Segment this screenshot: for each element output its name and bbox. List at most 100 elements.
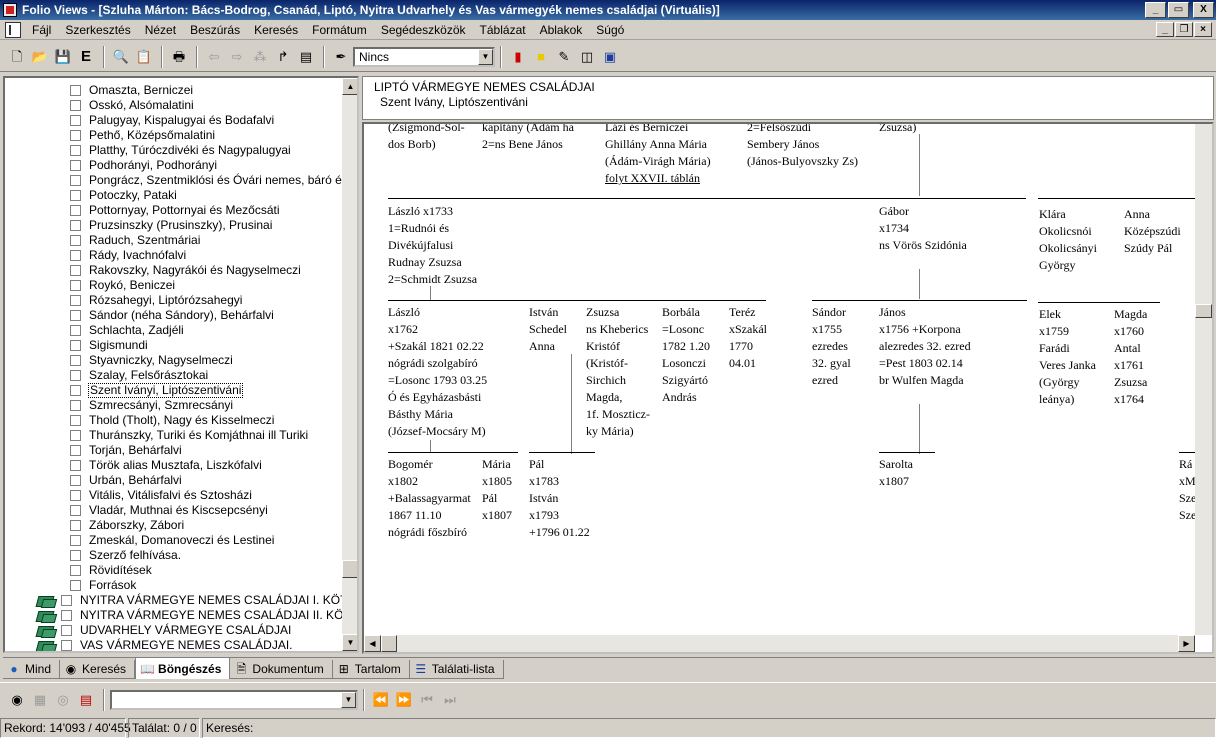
tree-item[interactable]: Zmeskál, Domanoveczi és Lestinei [70,533,345,548]
tree-item-checkbox[interactable] [70,115,81,126]
tree-item-checkbox[interactable] [70,385,81,396]
scroll-thumb[interactable] [342,560,357,578]
tree-item[interactable]: Pethő, Középsőmalatini [70,128,345,143]
app-icon[interactable] [3,3,17,17]
tree-item-checkbox[interactable] [70,520,81,531]
next-hit-icon[interactable]: ⏩ [393,689,415,711]
tree-item[interactable]: Vitális, Vitálisfalvi és Sztosházi [70,488,345,503]
tree-item[interactable]: Torján, Behárfalvi [70,443,345,458]
tree-item-checkbox[interactable] [70,415,81,426]
next-doc-icon[interactable]: ⏭ [439,689,461,711]
prev-hit-icon[interactable]: ⏪ [370,689,392,711]
style-combo[interactable]: Nincs ▼ [353,46,495,67]
maximize-button[interactable]: ▭ [1168,2,1189,18]
document-view[interactable]: (Zsigmond-Sol-dos Borb) kapitány (Ádám ha… [362,122,1214,654]
tree-item-checkbox[interactable] [61,625,72,636]
tree-item-checkbox[interactable] [70,445,81,456]
tree-item-checkbox[interactable] [70,325,81,336]
tree-volume[interactable]: UDVARHELY VÁRMEGYE CSALÁDJAI [61,623,345,638]
search-query-combo[interactable]: ▼ [110,689,358,710]
scroll-down-button[interactable]: ▼ [342,634,357,651]
window-icon[interactable]: ▣ [599,46,621,68]
split-view-icon[interactable]: ◫ [576,46,598,68]
bookmark-icon[interactable]: ▮ [507,46,529,68]
tree-item-checkbox[interactable] [70,85,81,96]
tree-item-checkbox[interactable] [70,460,81,471]
tree-item-checkbox[interactable] [70,550,81,561]
open-folder-icon[interactable]: 📂 [29,46,51,68]
tree-item-checkbox[interactable] [70,280,81,291]
tree-scrollbar[interactable]: ▲ ▼ [342,78,357,651]
query-form-icon[interactable]: ▦ [29,689,51,711]
scroll-up-button[interactable]: ▲ [342,78,357,95]
tree-volume[interactable]: VAS VÁRMEGYE NEMES CSALÁDJAI. [61,638,345,651]
tree-item[interactable]: Urbán, Behárfalvi [70,473,345,488]
tree-item[interactable]: Török alias Musztafa, Liszkófalvi [70,458,345,473]
binoculars-icon[interactable]: ◉ [6,689,28,711]
tree-item[interactable]: Záborszky, Zábori [70,518,345,533]
tree-item[interactable]: Raduch, Szentmáriai [70,233,345,248]
menu-edit[interactable]: Szerkesztés [58,20,137,40]
tree-item[interactable]: Thuránszky, Turiki és Komjáthnai ill Tur… [70,428,345,443]
tree-item[interactable]: Rövidítések [70,563,345,578]
doc-close-button[interactable]: × [1194,22,1212,37]
tab-browse[interactable]: 📖 Böngészés [135,658,231,679]
doc-hscrollbar[interactable]: ◀ ▶ [364,635,1195,652]
back-arrow-icon[interactable]: ⇦ [203,46,225,68]
menu-file[interactable]: Fájl [25,20,58,40]
tree-item[interactable]: Rakovszky, Nagyrákói és Nagyselmeczi [70,263,345,278]
tree-item[interactable]: Szalay, Felsőrásztokai [70,368,345,383]
tree-item[interactable]: Források [70,578,345,593]
chevron-down-icon[interactable]: ▼ [341,691,356,708]
tree-item[interactable]: Osskó, Alsómalatini [70,98,345,113]
tree-item[interactable]: Szerző felhívása. [70,548,345,563]
tree-item[interactable]: Platthy, Túróczdivéki és Nagypalugyai [70,143,345,158]
tree-item-checkbox[interactable] [70,490,81,501]
close-button[interactable]: X [1193,2,1214,18]
tree-item-checkbox[interactable] [70,175,81,186]
tab-contents[interactable]: ⊞ Tartalom [332,660,410,679]
scroll-left-button[interactable]: ◀ [364,635,381,652]
tree-item[interactable]: Styavniczky, Nagyselmeczi [70,353,345,368]
tree-item[interactable]: Pruzsinszky (Prusinszky), Prusinai [70,218,345,233]
tree-item-checkbox[interactable] [70,145,81,156]
tree-item[interactable]: Pottornyay, Pottornyai és Mezőcsáti [70,203,345,218]
network-icon[interactable]: ⁂ [249,46,271,68]
tree-item[interactable]: Sándor (néha Sándory), Behárfalvi [70,308,345,323]
doc-restore-button[interactable]: ❐ [1175,22,1193,37]
tab-document[interactable]: 🗎 Dokumentum [230,660,333,679]
tree-item-checkbox[interactable] [70,190,81,201]
binoculars-advanced-icon[interactable]: ◎ [52,689,74,711]
tree-item-checkbox[interactable] [70,235,81,246]
tree-item-checkbox[interactable] [70,250,81,261]
tree-item[interactable]: Thold (Tholt), Nagy és Kisselmeczi [70,413,345,428]
tree-item-checkbox[interactable] [70,310,81,321]
document-window-icon[interactable] [5,21,21,38]
menu-help[interactable]: Súgó [589,20,631,40]
object-icon[interactable]: ▤ [295,46,317,68]
doc-vscroll-thumb[interactable] [1195,304,1212,318]
doc-hscroll-thumb[interactable] [381,635,397,652]
tree-item[interactable]: Vladár, Muthnai és Kiscsepcsényi [70,503,345,518]
tab-hit-list[interactable]: ☰ Találati-lista [409,660,504,679]
tree-item-checkbox[interactable] [70,205,81,216]
menu-table[interactable]: Táblázat [473,20,533,40]
tree-item[interactable]: Roykó, Beniczei [70,278,345,293]
tree-item-checkbox[interactable] [70,160,81,171]
tree-item-checkbox[interactable] [70,220,81,231]
tree-item[interactable]: Schlachta, Zadjéli [70,323,345,338]
edit-e-icon[interactable]: E [75,46,97,68]
tree-item[interactable]: Potoczky, Pataki [70,188,345,203]
save-icon[interactable]: 💾 [52,46,74,68]
tree-volume[interactable]: NYITRA VÁRMEGYE NEMES CSALÁDJAI II. KÖTE [61,608,357,623]
scroll-right-button[interactable]: ▶ [1178,635,1195,652]
tree-item[interactable]: Rády, Ivachnófalvi [70,248,345,263]
tree-item-checkbox[interactable] [61,610,72,621]
menu-view[interactable]: Nézet [138,20,183,40]
jump-icon[interactable]: ↱ [272,46,294,68]
tree-item-checkbox[interactable] [70,340,81,351]
contents-tree[interactable]: Omaszta, Berniczei Osskó, Alsómalatini Pal… [3,76,359,653]
tree-item-checkbox[interactable] [70,430,81,441]
tree-item[interactable]: Podhorányi, Podhorányi [70,158,345,173]
find-highlight-icon[interactable]: ▤ [75,689,97,711]
